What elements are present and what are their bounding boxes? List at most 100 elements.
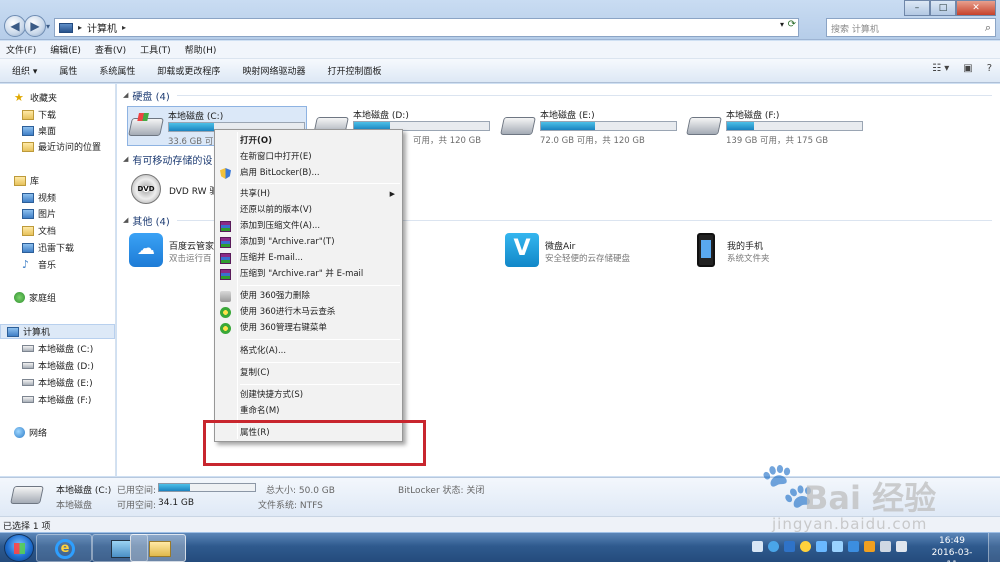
menu-360-scan[interactable]: 使用 360进行木马云查杀 (217, 305, 401, 320)
menu-add-to-archive[interactable]: 添加到压缩文件(A)... (217, 219, 401, 234)
menu-create-shortcut[interactable]: 创建快捷方式(S) (217, 388, 401, 403)
tray-qq-icon[interactable] (848, 541, 859, 552)
menu-open[interactable]: 打开(O) (217, 134, 401, 149)
tray-app-icon[interactable] (816, 541, 827, 552)
system-properties-button[interactable]: 系统属性 (99, 64, 135, 77)
clock[interactable]: 16:49 2016-03-11 (927, 535, 977, 562)
menu-copy[interactable]: 复制(C) (217, 366, 401, 381)
weipan-air-tile[interactable]: V 微盘Air 安全轻便的云存储硬盘 (505, 233, 685, 269)
bluetooth-icon[interactable] (832, 541, 843, 552)
menu-add-to-rar[interactable]: 添加到 "Archive.rar"(T) (217, 235, 401, 250)
nav-documents[interactable]: 文档 (22, 223, 56, 238)
back-button[interactable]: ◀ (4, 15, 26, 37)
nav-drive-c[interactable]: 本地磁盘 (C:) (22, 341, 93, 356)
show-desktop-button[interactable] (988, 533, 1000, 562)
menu-rename[interactable]: 重命名(M) (217, 404, 401, 419)
baidu-cloud-tile[interactable]: ☁ 百度云管家 双击运行百 (129, 233, 219, 269)
menu-separator (240, 362, 400, 363)
my-phone-tile[interactable]: 我的手机 系统文件夹 (687, 233, 867, 269)
breadcrumb-chevron-icon[interactable]: ▸ (122, 23, 126, 32)
breadcrumb-separator-icon[interactable]: ▸ (78, 23, 82, 32)
maximize-button[interactable]: □ (930, 0, 956, 16)
menu-file[interactable]: 文件(F) (6, 43, 36, 56)
nav-videos[interactable]: 视频 (22, 190, 56, 205)
submenu-arrow-icon: ▶ (389, 190, 395, 198)
group-other[interactable]: ◢ 其他 (4) (123, 213, 170, 228)
nav-drive-f[interactable]: 本地磁盘 (F:) (22, 392, 91, 407)
search-icon[interactable]: ⌕ (985, 21, 991, 35)
drive-free-text: 可用，共 120 GB (413, 136, 482, 146)
menu-format[interactable]: 格式化(A)... (217, 344, 401, 359)
menu-360-shred[interactable]: 使用 360强力删除 (217, 289, 401, 304)
uninstall-button[interactable]: 卸载或更改程序 (157, 64, 220, 77)
item-subtitle: 安全轻便的云存储硬盘 (545, 254, 631, 264)
properties-button[interactable]: 属性 (59, 64, 77, 77)
nav-recent[interactable]: 最近访问的位置 (22, 139, 101, 154)
menu-bar: 文件(F) 编辑(E) 查看(V) 工具(T) 帮助(H) (0, 41, 1000, 59)
tray-360-icon[interactable] (800, 541, 811, 552)
group-removable[interactable]: ◢ 有可移动存储的设 (123, 152, 212, 167)
title-bar: ◀ ▶ ▾ ▸ 计算机 ▸ ▾ ⟳ 搜索 计算机 ⌕ – □ ✕ (0, 0, 1000, 40)
drive-e-tile[interactable]: 本地磁盘 (E:) 72.0 GB 可用，共 120 GB (500, 106, 680, 146)
volume-icon[interactable] (896, 541, 907, 552)
menu-open-new-window[interactable]: 在新窗口中打开(E) (217, 150, 401, 165)
taskbar-ie[interactable]: e (36, 534, 92, 562)
collapse-triangle-icon[interactable]: ◢ (123, 91, 128, 99)
start-button[interactable] (4, 534, 34, 562)
tray-arrow-icon[interactable] (752, 541, 763, 552)
menu-share[interactable]: 共享(H) ▶ (217, 187, 401, 202)
menu-360-manage[interactable]: 使用 360管理右键菜单 (217, 321, 401, 336)
change-view-icon[interactable]: ☷ ▾ (932, 63, 949, 74)
drive-f-tile[interactable]: 本地磁盘 (F:) 139 GB 可用，共 175 GB (686, 106, 866, 146)
flag-icon[interactable] (864, 541, 875, 552)
tray-help-icon[interactable] (768, 541, 779, 552)
control-panel-button[interactable]: 打开控制面板 (327, 64, 381, 77)
status-bar: 已选择 1 项 (0, 516, 1000, 532)
nav-downloads[interactable]: 下载 (22, 107, 56, 122)
nav-label: 文档 (38, 227, 57, 237)
taskbar-explorer[interactable] (130, 534, 186, 562)
collapse-triangle-icon[interactable]: ◢ (123, 216, 128, 224)
map-drive-button[interactable]: 映射网络驱动器 (242, 64, 305, 77)
address-bar[interactable]: ▸ 计算机 ▸ ▾ ⟳ (54, 18, 799, 37)
nav-favorites[interactable]: ★ 收藏夹 (14, 90, 57, 105)
tray-keyboard-icon[interactable] (784, 541, 795, 552)
menu-help[interactable]: 帮助(H) (185, 43, 217, 56)
nav-libraries[interactable]: 库 (14, 173, 39, 188)
nav-network[interactable]: 网络 (14, 425, 47, 440)
menu-view[interactable]: 查看(V) (95, 43, 126, 56)
nav-drive-e[interactable]: 本地磁盘 (E:) (22, 375, 93, 390)
menu-edit[interactable]: 编辑(E) (50, 43, 81, 56)
refresh-icon[interactable]: ⟳ (788, 19, 796, 30)
nav-computer[interactable]: 计算机 (0, 324, 115, 339)
menu-compress-rar-email[interactable]: 压缩到 "Archive.rar" 并 E-mail (217, 267, 401, 282)
menu-tools[interactable]: 工具(T) (140, 43, 171, 56)
organize-button[interactable]: 组织 ▾ (12, 64, 37, 77)
breadcrumb-computer[interactable]: 计算机 (87, 20, 117, 35)
nav-desktop[interactable]: 桌面 (22, 123, 56, 138)
collapse-triangle-icon[interactable]: ◢ (123, 155, 128, 163)
search-input[interactable]: 搜索 计算机 ⌕ (826, 18, 996, 37)
minimize-button[interactable]: – (904, 0, 930, 16)
nav-pictures[interactable]: 图片 (22, 206, 56, 221)
menu-compress-email[interactable]: 压缩并 E-mail... (217, 251, 401, 266)
winrar-icon (220, 237, 231, 248)
address-dropdown-icon[interactable]: ▾ (780, 20, 784, 29)
nav-xunlei[interactable]: 迅雷下载 (22, 240, 74, 255)
network-tray-icon[interactable] (880, 541, 891, 552)
menu-restore-versions[interactable]: 还原以前的版本(V) (217, 203, 401, 218)
preview-pane-icon[interactable]: ▣ (963, 63, 972, 74)
details-usage-bar (158, 483, 256, 492)
dvd-drive-tile[interactable]: DVD DVD RW 驱 (129, 172, 219, 208)
menu-label: 启用 BitLocker(B)... (240, 168, 320, 178)
menu-bitlocker[interactable]: 启用 BitLocker(B)... (217, 166, 401, 181)
view-controls: ☷ ▾ ▣ ? (932, 63, 992, 74)
nav-homegroup[interactable]: 家庭组 (14, 290, 56, 305)
nav-drive-d[interactable]: 本地磁盘 (D:) (22, 358, 94, 373)
close-button[interactable]: ✕ (956, 0, 996, 16)
group-hard-drives[interactable]: ◢ 硬盘 (4) (123, 88, 170, 103)
nav-music[interactable]: ♪ 音乐 (22, 257, 56, 272)
help-icon[interactable]: ? (987, 63, 992, 74)
forward-button[interactable]: ▶ (24, 15, 46, 37)
recent-pages-dropdown[interactable]: ▾ (46, 22, 50, 31)
